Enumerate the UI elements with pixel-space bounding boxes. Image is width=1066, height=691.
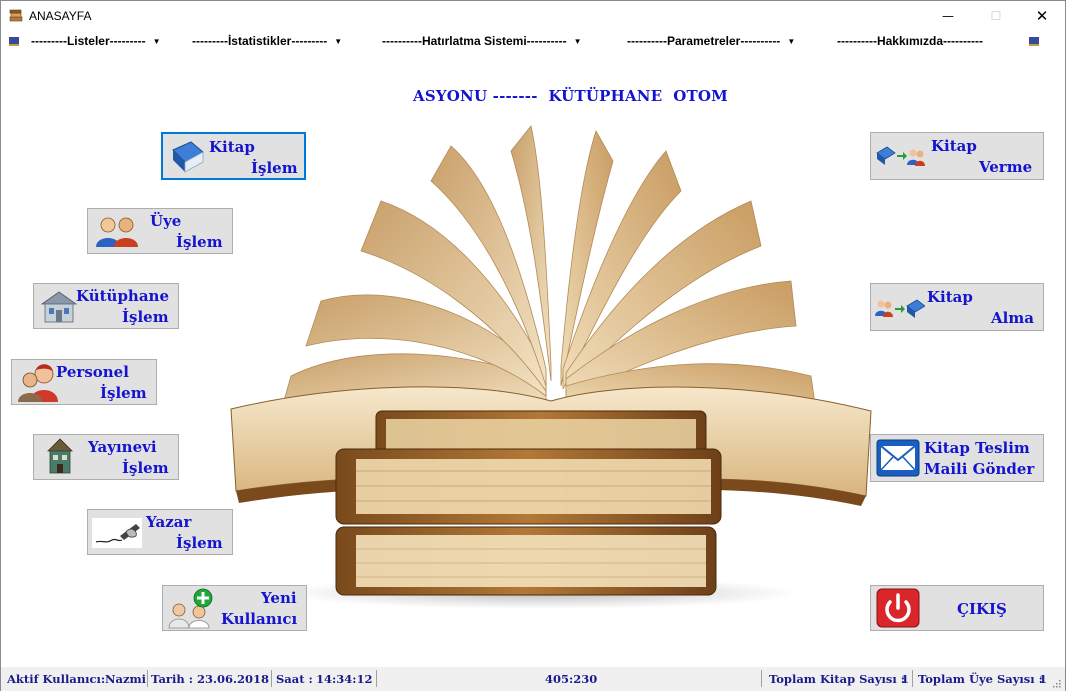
active-user-label: Aktif Kullanıcı: <box>7 672 106 686</box>
yazar-islem-button[interactable]: Yazar İşlem <box>87 509 233 555</box>
chevron-down-icon: ▼ <box>152 36 161 46</box>
yeni-kullanici-button[interactable]: Yeni Kullanıcı <box>162 585 307 631</box>
minimize-button[interactable]: — <box>925 1 971 31</box>
menu-book-icon <box>9 37 19 46</box>
status-divider <box>376 670 377 687</box>
kitap-verme-button[interactable]: Kitap Verme <box>870 132 1044 180</box>
close-button[interactable]: ✕ <box>1019 1 1065 31</box>
books-illustration <box>230 125 872 609</box>
date-value: 23.06.2018 <box>197 672 270 686</box>
yeni-kullanici-line2: Kullanıcı <box>221 610 298 628</box>
yazar-islem-line1: Yazar <box>146 513 192 531</box>
book-count-value: 1 <box>901 672 910 686</box>
building-icon <box>40 291 78 323</box>
personel-islem-line2: İşlem <box>100 384 147 402</box>
writing-hand-icon <box>92 518 142 548</box>
menu-hakkimizda-label: ----------Hakkımızda---------- <box>837 34 983 48</box>
kutuphane-islem-line1: Kütüphane <box>76 287 170 305</box>
active-user-value: Nazmi <box>105 672 147 686</box>
book-count-label: Toplam Kitap Sayısı : <box>769 672 906 686</box>
kitap-alma-line1: Kitap <box>927 288 973 306</box>
resize-grip-icon[interactable] <box>1051 678 1061 688</box>
cikis-label: ÇIKIŞ <box>957 600 1007 618</box>
member-count-label: Toplam Üye Sayısı : <box>918 672 1043 686</box>
kitap-verme-line1: Kitap <box>931 137 977 155</box>
cursor-coords: 405:230 <box>545 672 598 686</box>
menu-bar: ---------Listeler--------- ▼ ---------İs… <box>1 31 1065 53</box>
cikis-button[interactable]: ÇIKIŞ <box>870 585 1044 631</box>
menu-istatistikler[interactable]: ---------İstatistikler--------- ▼ <box>192 34 342 48</box>
kitap-verme-line2: Verme <box>979 158 1033 176</box>
date-label: Tarih : <box>151 672 193 686</box>
personel-islem-button[interactable]: Personel İşlem <box>11 359 157 405</box>
uye-islem-line1: Üye <box>150 212 182 230</box>
yazar-islem-line2: İşlem <box>176 534 223 552</box>
menu-istatistikler-label: ---------İstatistikler--------- <box>192 34 328 48</box>
menu-hakkimizda[interactable]: ----------Hakkımızda---------- <box>837 34 983 48</box>
users-to-book-icon <box>875 299 925 318</box>
chevron-down-icon: ▼ <box>573 36 582 46</box>
add-user-icon <box>168 588 213 629</box>
kutuphane-islem-button[interactable]: Kütüphane İşlem <box>33 283 179 329</box>
power-icon <box>876 588 920 628</box>
menu-parametreler[interactable]: ----------Parametreler---------- ▼ <box>627 34 795 48</box>
main-window: ANASAYFA — ☐ ✕ ---------Listeler--------… <box>0 0 1066 691</box>
kitap-islem-line2: İşlem <box>251 159 298 177</box>
book-to-users-icon <box>876 146 925 166</box>
status-divider <box>147 670 148 687</box>
book-icon <box>172 141 204 173</box>
member-count-value: 1 <box>1039 672 1048 686</box>
menu-hatirlatma-label: ----------Hatırlatma Sistemi---------- <box>382 34 567 48</box>
status-bar: Aktif Kullanıcı: Nazmi Tarih : 23.06.201… <box>1 667 1065 691</box>
menu-hatirlatma[interactable]: ----------Hatırlatma Sistemi---------- ▼ <box>382 34 582 48</box>
status-divider <box>271 670 272 687</box>
time-value: 14:34:12 <box>316 672 373 686</box>
kitap-teslim-line1: Kitap Teslim <box>924 439 1030 457</box>
status-divider <box>761 670 762 687</box>
menu-listeler-label: ---------Listeler--------- <box>31 34 146 48</box>
status-divider <box>912 670 913 687</box>
maximize-button[interactable]: ☐ <box>973 1 1019 31</box>
title-bar: ANASAYFA — ☐ ✕ <box>1 1 1065 31</box>
menu-book-icon <box>1029 37 1039 46</box>
chevron-down-icon: ▼ <box>787 36 796 46</box>
page-title: ASYONU ------- KÜTÜPHANE OTOM <box>413 87 728 105</box>
kitap-islem-button[interactable]: Kitap İşlem <box>161 132 306 180</box>
yayinevi-islem-line1: Yayınevi <box>88 438 157 456</box>
kutuphane-islem-line2: İşlem <box>122 308 169 326</box>
books-app-icon <box>9 9 23 22</box>
kitap-teslim-mail-button[interactable]: Kitap Teslim Maili Gönder <box>870 434 1044 482</box>
personel-islem-line1: Personel <box>56 363 129 381</box>
members-icon <box>96 217 138 247</box>
kitap-islem-line1: Kitap <box>209 138 255 156</box>
envelope-icon <box>876 439 920 477</box>
publisher-house-icon <box>47 438 73 474</box>
menu-listeler[interactable]: ---------Listeler--------- ▼ <box>31 34 161 48</box>
uye-islem-button[interactable]: Üye İşlem <box>87 208 233 254</box>
kitap-teslim-line2: Maili Gönder <box>924 460 1035 478</box>
window-title: ANASAYFA <box>29 9 92 23</box>
uye-islem-line2: İşlem <box>176 233 223 251</box>
yayinevi-islem-button[interactable]: Yayınevi İşlem <box>33 434 179 480</box>
chevron-down-icon: ▼ <box>334 36 343 46</box>
kitap-alma-button[interactable]: Kitap Alma <box>870 283 1044 331</box>
yeni-kullanici-line1: Yeni <box>261 589 297 607</box>
menu-parametreler-label: ----------Parametreler---------- <box>627 34 781 48</box>
time-label: Saat : <box>276 672 313 686</box>
yayinevi-islem-line2: İşlem <box>122 459 169 477</box>
kitap-alma-line2: Alma <box>991 309 1034 327</box>
